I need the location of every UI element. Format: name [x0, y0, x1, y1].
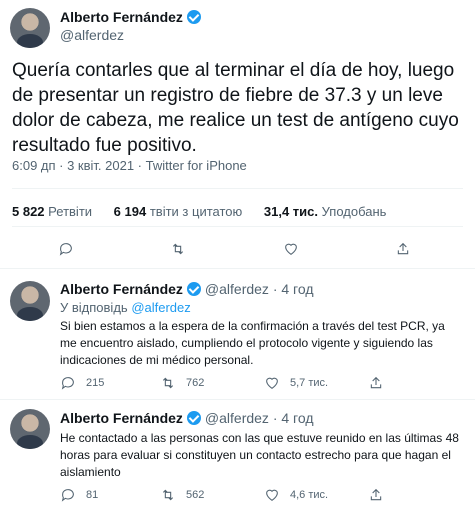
avatar[interactable]: [10, 409, 50, 449]
divider: [0, 268, 475, 269]
reply-to-line: У відповідь @alferdez: [60, 300, 191, 315]
verified-badge-icon: [186, 282, 201, 296]
reply-icon: [61, 489, 74, 502]
reply-actions: 81 562 4,6 тис.: [0, 483, 475, 507]
avatar[interactable]: [10, 281, 50, 321]
reply-icon: [59, 243, 72, 256]
share-icon: [370, 376, 382, 389]
like-button[interactable]: 4,6 тис.: [264, 483, 328, 507]
like-icon: [285, 243, 297, 255]
reply-author[interactable]: Alberto Fernández @alferdez · 4 год: [60, 410, 314, 426]
retweet-icon: [172, 243, 184, 255]
reply-to-handle-link[interactable]: @alferdez: [131, 300, 190, 315]
share-button[interactable]: [368, 371, 384, 395]
share-button[interactable]: [395, 237, 411, 261]
likes-stat[interactable]: 31,4 тис. Уподобань: [264, 204, 387, 219]
retweet-icon: [162, 377, 174, 389]
reply-button[interactable]: 215: [60, 371, 104, 395]
tweet-meta[interactable]: 6:09 дп · 3 квіт. 2021 · Twitter for iPh…: [12, 158, 247, 173]
like-button[interactable]: 5,7 тис.: [264, 371, 328, 395]
like-icon: [266, 377, 278, 389]
verified-badge-icon: [186, 10, 201, 24]
reply-time[interactable]: · 4 год: [273, 281, 314, 297]
share-icon: [397, 242, 409, 255]
reply-count: 215: [86, 377, 105, 389]
reply-author[interactable]: Alberto Fernández @alferdez · 4 год: [60, 281, 314, 297]
retweet-button[interactable]: [170, 237, 186, 261]
author-name-text[interactable]: Alberto Fernández: [60, 410, 183, 426]
avatar[interactable]: [10, 8, 50, 48]
reply-button[interactable]: [58, 237, 74, 261]
reply-handle[interactable]: @alferdez: [205, 281, 269, 297]
retweet-button[interactable]: 562: [160, 483, 204, 507]
share-button[interactable]: [368, 483, 384, 507]
like-icon: [266, 489, 278, 501]
main-tweet-actions: [0, 237, 475, 261]
share-icon: [370, 488, 382, 501]
verified-badge-icon: [186, 411, 201, 425]
author-name-text[interactable]: Alberto Fernández: [60, 281, 183, 297]
retweets-stat[interactable]: 5 822 Ретвіти: [12, 204, 92, 219]
like-count: 5,7 тис.: [290, 377, 329, 389]
reply-actions: 215 762 5,7 тис.: [0, 371, 475, 395]
author-name-text[interactable]: Alberto Fernández: [60, 9, 183, 25]
reply-text: He contactado a las personas con las que…: [60, 431, 459, 479]
tweet-text: Quería contarles que al terminar el día …: [12, 60, 459, 156]
retweet-button[interactable]: 762: [160, 371, 204, 395]
engagement-stats: 5 822 Ретвіти 6 194 твіти з цитатою 31,4…: [12, 204, 404, 219]
quote-tweets-stat[interactable]: 6 194 твіти з цитатою: [114, 204, 243, 219]
like-count: 4,6 тис.: [290, 489, 329, 501]
reply-icon: [61, 377, 74, 390]
reply-handle[interactable]: @alferdez: [205, 410, 269, 426]
author-handle[interactable]: @alferdez: [60, 27, 124, 43]
reply-button[interactable]: 81: [60, 483, 98, 507]
divider: [12, 188, 463, 189]
reply-time[interactable]: · 4 год: [273, 410, 314, 426]
retweet-count: 762: [186, 377, 205, 389]
divider: [0, 399, 475, 400]
like-button[interactable]: [283, 237, 299, 261]
retweet-icon: [162, 489, 174, 501]
reply-text: Si bien estamos a la espera de la confir…: [60, 319, 445, 367]
divider: [12, 226, 463, 227]
retweet-count: 562: [186, 489, 205, 501]
author-name[interactable]: Alberto Fernández: [60, 9, 201, 25]
reply-count: 81: [86, 489, 99, 501]
